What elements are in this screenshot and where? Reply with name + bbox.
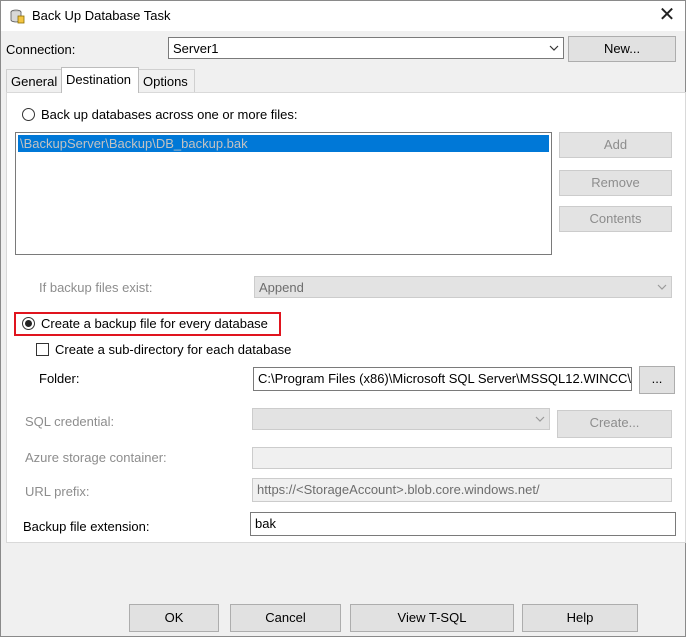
list-item[interactable]: \BackupServer\Backup\DB_backup.bak (18, 135, 549, 152)
connection-dropdown[interactable]: Server1 (168, 37, 564, 59)
new-connection-button[interactable]: New... (568, 36, 676, 62)
url-prefix-input[interactable]: https://<StorageAccount>.blob.core.windo… (252, 478, 672, 502)
tab-general[interactable]: General (6, 69, 62, 93)
backup-files-list[interactable]: \BackupServer\Backup\DB_backup.bak (15, 132, 552, 255)
create-credential-button[interactable]: Create... (557, 410, 672, 438)
connection-label: Connection: (6, 42, 76, 57)
if-files-exist-dropdown[interactable]: Append (254, 276, 672, 298)
chevron-down-icon (657, 284, 667, 290)
database-icon (10, 9, 25, 24)
help-button[interactable]: Help (522, 604, 638, 632)
tab-destination[interactable]: Destination (61, 67, 139, 93)
create-subdirectory-label: Create a sub-directory for each database (55, 342, 292, 357)
azure-container-label: Azure storage container: (25, 450, 167, 465)
if-files-exist-value: Append (259, 280, 304, 295)
create-per-database-label: Create a backup file for every database (41, 316, 268, 331)
backup-database-task-window: Back Up Database Task ✕ Connection: Serv… (0, 0, 686, 637)
title-bar: Back Up Database Task ✕ (1, 1, 685, 31)
radio-selected-dot (25, 320, 32, 327)
backup-extension-label: Backup file extension: (23, 519, 150, 534)
create-subdirectory-checkbox[interactable] (36, 343, 49, 356)
remove-button[interactable]: Remove (559, 170, 672, 196)
azure-container-input[interactable] (252, 447, 672, 469)
contents-button[interactable]: Contents (559, 206, 672, 232)
tab-options[interactable]: Options (138, 69, 195, 93)
folder-label: Folder: (39, 371, 80, 386)
view-tsql-button[interactable]: View T-SQL (350, 604, 514, 632)
chevron-down-icon (535, 416, 545, 422)
sql-credential-label: SQL credential: (25, 414, 115, 429)
window-title: Back Up Database Task (32, 8, 171, 23)
if-files-exist-label: If backup files exist: (39, 280, 153, 295)
backup-extension-input[interactable]: bak (250, 512, 676, 536)
add-button[interactable]: Add (559, 132, 672, 158)
chevron-down-icon (549, 45, 559, 51)
close-button[interactable]: ✕ (655, 3, 679, 27)
backup-across-files-label: Back up databases across one or more fil… (41, 107, 298, 122)
cancel-button[interactable]: Cancel (230, 604, 341, 632)
browse-folder-button[interactable]: ... (639, 366, 675, 394)
sql-credential-dropdown[interactable] (252, 408, 550, 430)
url-prefix-label: URL prefix: (25, 484, 90, 499)
ok-button[interactable]: OK (129, 604, 219, 632)
create-per-database-radio[interactable] (22, 317, 35, 330)
backup-across-files-radio[interactable] (22, 108, 35, 121)
folder-input[interactable]: C:\Program Files (x86)\Microsoft SQL Ser… (253, 367, 632, 391)
connection-value: Server1 (173, 41, 219, 56)
